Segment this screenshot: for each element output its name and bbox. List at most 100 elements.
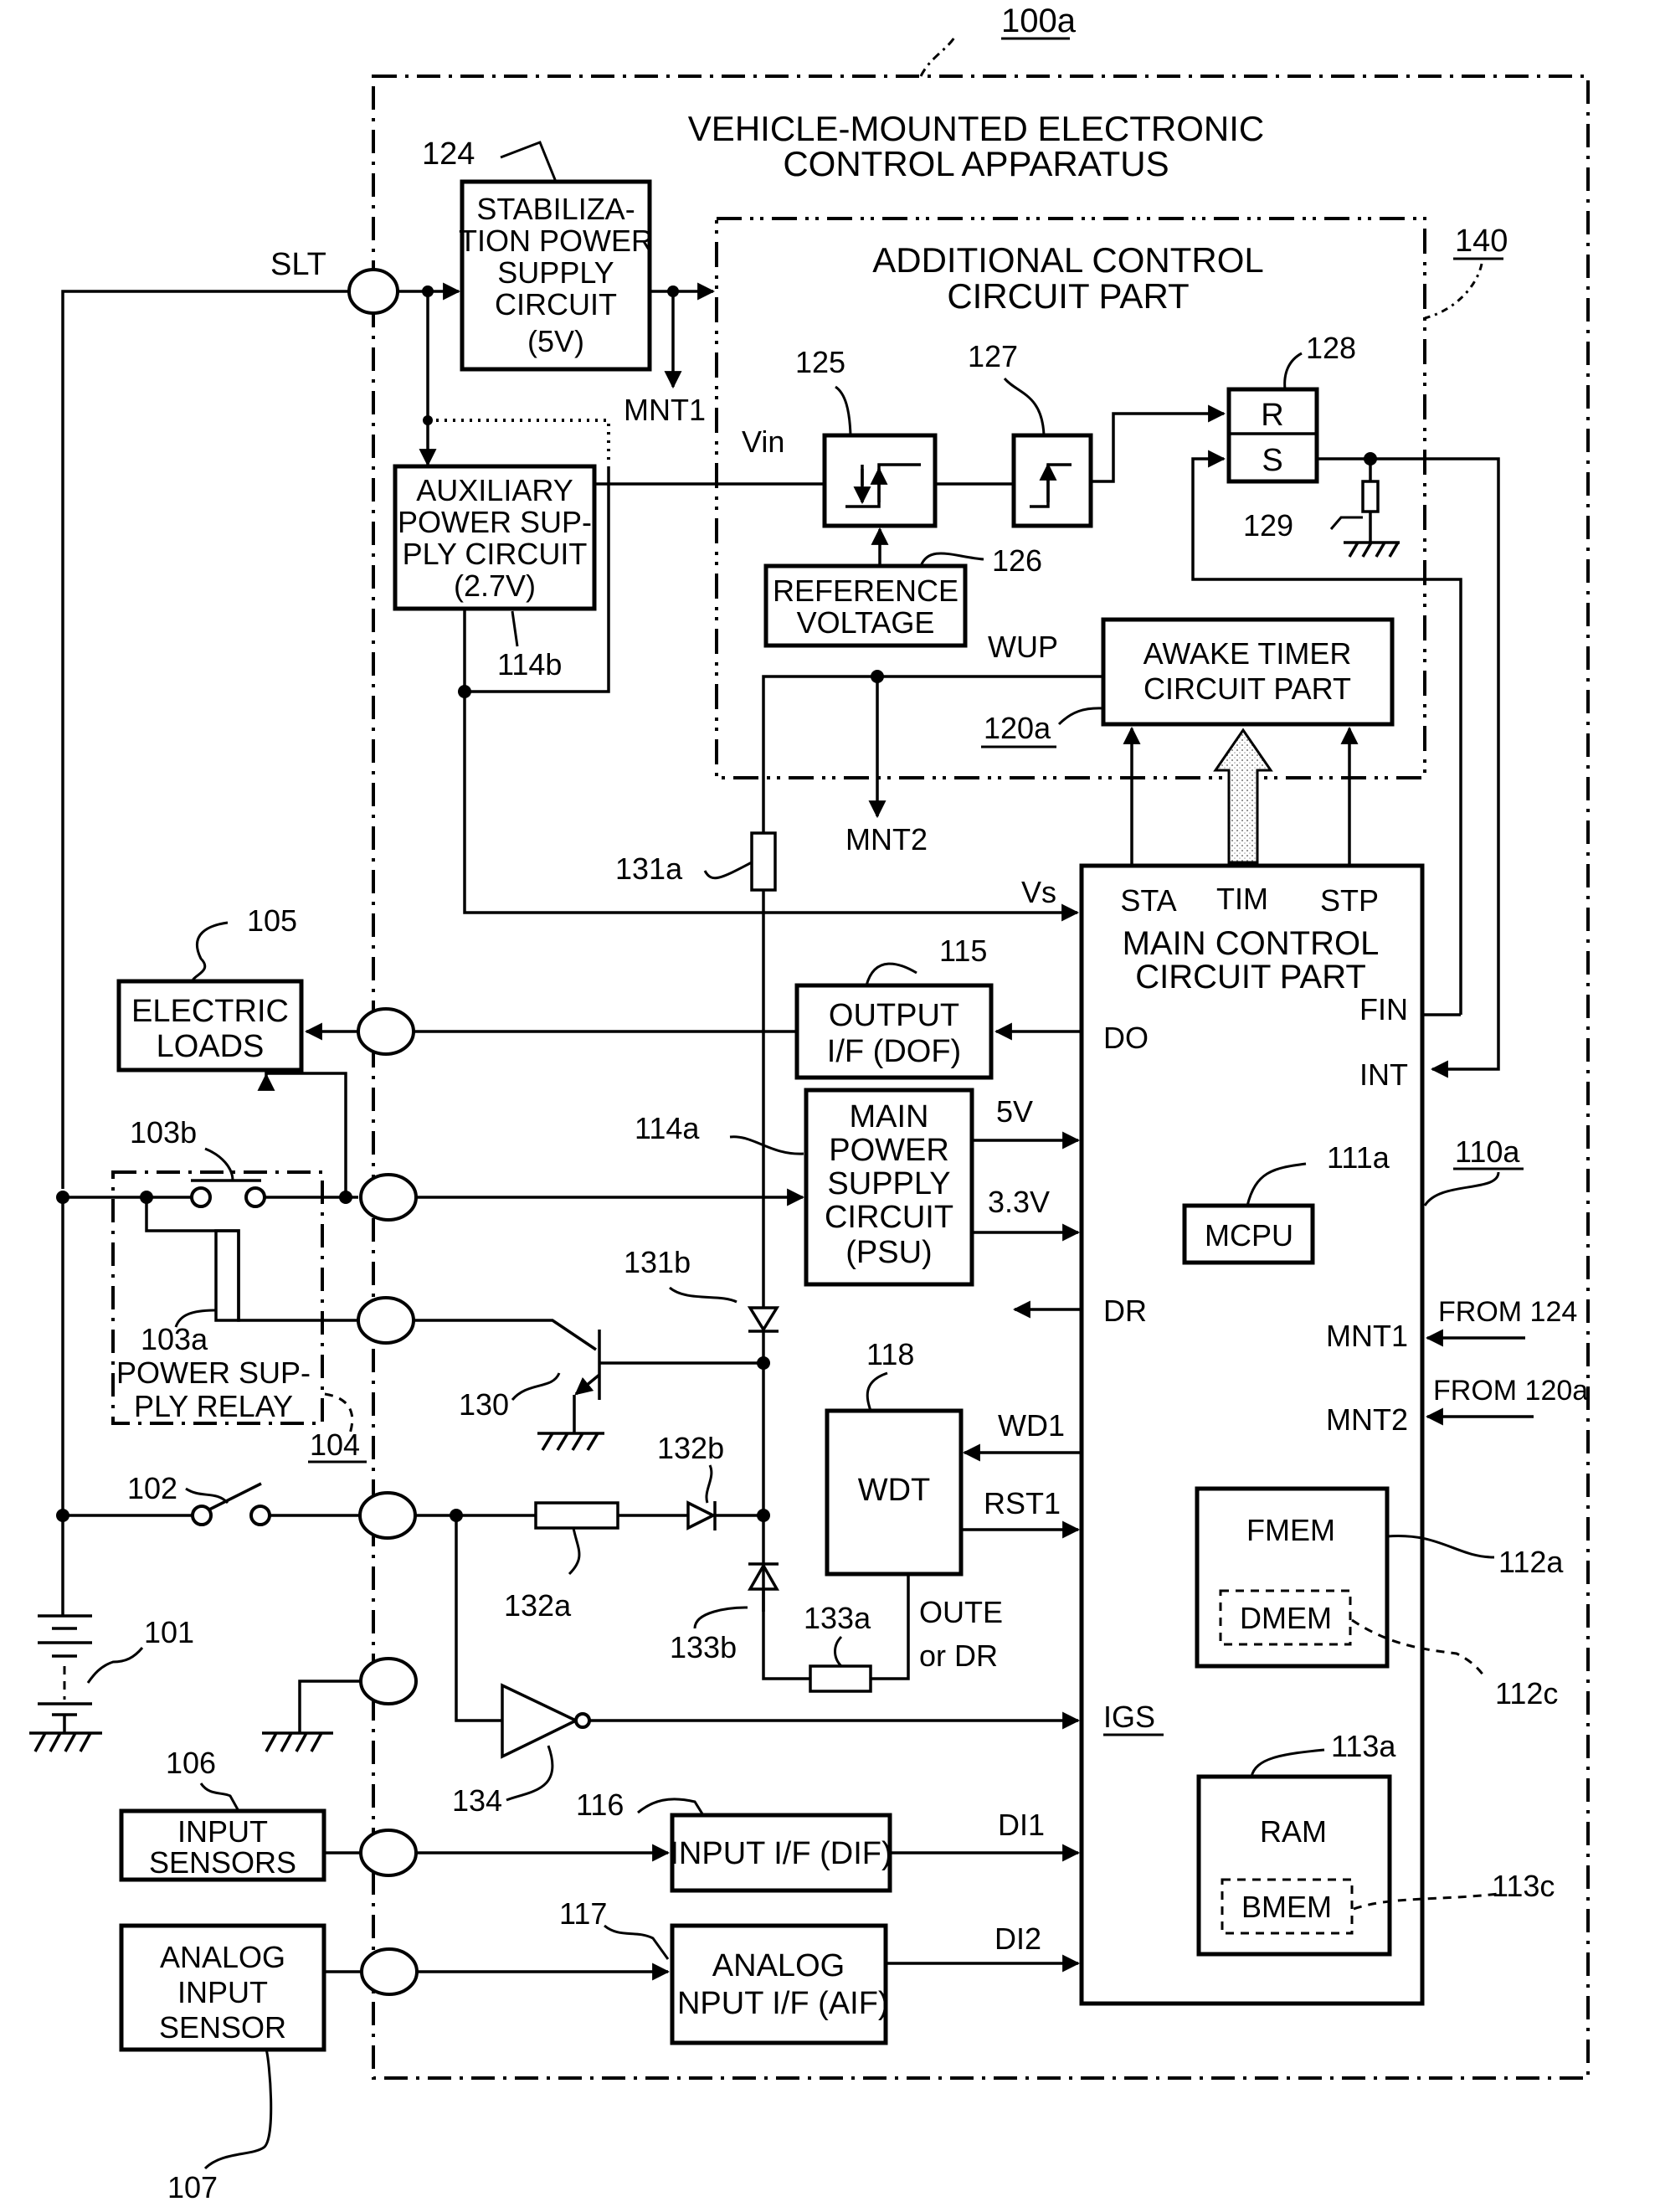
fmem-ref: 112a	[1498, 1545, 1564, 1579]
aif-ref: 117	[559, 1896, 607, 1931]
ff-s-label: S	[1262, 443, 1282, 478]
asensor-line2: INPUT	[177, 1975, 268, 2009]
r131a-ref: 131a	[615, 851, 683, 886]
mcpu-ref: 111a	[1327, 1140, 1390, 1175]
outif-line1: OUTPUT	[829, 998, 959, 1033]
tim-bus-arrow	[1213, 728, 1273, 864]
resistor-132a	[534, 1501, 619, 1530]
ff-ref: 128	[1306, 331, 1356, 365]
psu-ref: 114a	[635, 1111, 700, 1145]
aif-line1: ANALOG	[712, 1948, 845, 1983]
asensor-line3: SENSOR	[159, 2010, 286, 2045]
ram-label: RAM	[1260, 1814, 1327, 1849]
rst1-label: RST1	[984, 1486, 1061, 1520]
input-sensors-106: INPUT SENSORS 106	[119, 1746, 361, 1882]
relay-coil-103a	[214, 1229, 240, 1322]
pin-stp: STP	[1320, 883, 1379, 918]
diode-131b	[747, 1306, 780, 1333]
apparatus-title-line1: VEHICLE-MOUNTED ELECTRONIC	[688, 109, 1264, 148]
mnt1-label: MNT1	[624, 393, 706, 427]
d131b-ref: 131b	[624, 1245, 691, 1279]
pin-igs: IGS	[1103, 1700, 1155, 1734]
psu-line5: (PSU)	[845, 1235, 932, 1270]
wdt-ref: 118	[866, 1337, 914, 1371]
dmem-ref: 112c	[1495, 1676, 1558, 1710]
main-title-line1: MAIN CONTROL	[1123, 925, 1380, 962]
5v-label: 5V	[996, 1094, 1033, 1129]
analog-input-sensor-107: ANALOG INPUT SENSOR 107	[119, 1923, 361, 2204]
apparatus-ref: 100a	[1001, 3, 1077, 39]
resistor-131a	[750, 831, 777, 892]
aux-line3: PLY CIRCUIT	[403, 537, 588, 571]
refv-line1: REFERENCE	[773, 574, 958, 608]
inverter-ref: 134	[452, 1783, 502, 1818]
di1-label: DI1	[998, 1808, 1045, 1842]
main-control-ref: 110a	[1455, 1134, 1520, 1169]
wdt-label: WDT	[858, 1473, 931, 1508]
from-124-label: FROM 124	[1438, 1296, 1577, 1328]
t130-ref: 130	[459, 1387, 509, 1422]
aux-ref: 114b	[497, 647, 562, 682]
relay-coil-ref: 103a	[141, 1322, 208, 1356]
stabilization-power-supply-circuit: STABILIZA- TION POWER SUPPLY CIRCUIT (5V…	[422, 136, 716, 427]
bmem-ref: 113c	[1492, 1869, 1555, 1903]
d133b-ref: 133b	[670, 1630, 737, 1664]
outif-ref: 115	[939, 934, 987, 968]
d132b-ref: 132b	[657, 1431, 724, 1465]
circuit-diagram: 100a VEHICLE-MOUNTED ELECTRONIC CONTROL …	[29, 3, 1590, 2204]
stab-ref: 124	[422, 136, 475, 172]
analog-input-interface-117: ANALOG INPUT I/F (AIF) 117 DI2	[414, 1896, 1081, 2045]
mnt2-label: MNT2	[845, 822, 928, 857]
vin-label: Vin	[742, 424, 784, 459]
pin-dr: DR	[1103, 1294, 1147, 1328]
sensors-line1: INPUT	[177, 1814, 268, 1849]
connector-terminals	[357, 1007, 419, 1996]
aux-line1: AUXILIARY	[416, 473, 573, 507]
refv-line2: VOLTAGE	[797, 605, 935, 640]
r133a-ref: 133a	[804, 1601, 871, 1635]
ram-ref: 113a	[1331, 1729, 1396, 1763]
bmem-label: BMEM	[1241, 1890, 1332, 1924]
pin-mnt1: MNT1	[1326, 1319, 1408, 1353]
edge-detector-ref: 127	[968, 339, 1018, 373]
asensor-line1: ANALOG	[160, 1940, 285, 1974]
psu-line3: SUPPLY	[827, 1166, 950, 1201]
pin-fin: FIN	[1359, 992, 1408, 1026]
battery-101: 101	[29, 1614, 194, 1752]
or-dr-label: or DR	[919, 1638, 998, 1673]
wakeup-diode-network: 131a 131b	[615, 831, 780, 1612]
3v3-label: 3.3V	[988, 1185, 1050, 1219]
slt-terminal	[347, 268, 399, 315]
aif-line2: INPUT I/F (AIF)	[668, 1986, 888, 2021]
switch-ref: 102	[127, 1471, 177, 1505]
stab-line1: STABILIZA-	[476, 192, 635, 226]
vs-label: Vs	[1021, 875, 1056, 909]
inputif-label: INPUT I/F (DIF)	[670, 1836, 892, 1871]
relay-line1: POWER SUP-	[116, 1355, 311, 1390]
input-interface-116: INPUT I/F (DIF) 116 DI1	[414, 1788, 1081, 1893]
main-title-line2: CIRCUIT PART	[1135, 959, 1366, 995]
dmem-label: DMEM	[1240, 1601, 1332, 1635]
slt-label: SLT	[270, 247, 326, 282]
awake-ref: 120a	[984, 711, 1051, 745]
di2-label: DI2	[994, 1921, 1041, 1956]
aux-line2: POWER SUP-	[398, 505, 592, 539]
r132a-ref: 132a	[504, 1588, 572, 1623]
refv-ref: 126	[992, 543, 1042, 578]
pin-int: INT	[1359, 1057, 1408, 1092]
output-interface-115: OUTPUT I/F (DOF) 115	[414, 934, 1082, 1080]
comparator-ref: 125	[795, 345, 845, 379]
ground-terminal	[262, 1680, 361, 1752]
fmem-label: FMEM	[1246, 1513, 1335, 1547]
aux-line4: (2.7V)	[454, 568, 536, 603]
sensors-ref: 106	[166, 1746, 216, 1780]
r129-ref: 129	[1243, 508, 1293, 543]
pin-sta: STA	[1120, 883, 1176, 918]
watchdog-timer-118: WDT 118 WD1 RST1	[825, 1337, 1082, 1577]
asensor-ref: 107	[167, 2170, 218, 2204]
auxiliary-power-supply-circuit: AUXILIARY POWER SUP- PLY CIRCUIT (2.7V) …	[393, 415, 1080, 922]
sensors-line2: SENSORS	[149, 1845, 296, 1880]
resistor-129	[1361, 480, 1380, 513]
psu-line1: MAIN	[850, 1099, 929, 1134]
mcpu-label: MCPU	[1205, 1218, 1293, 1253]
